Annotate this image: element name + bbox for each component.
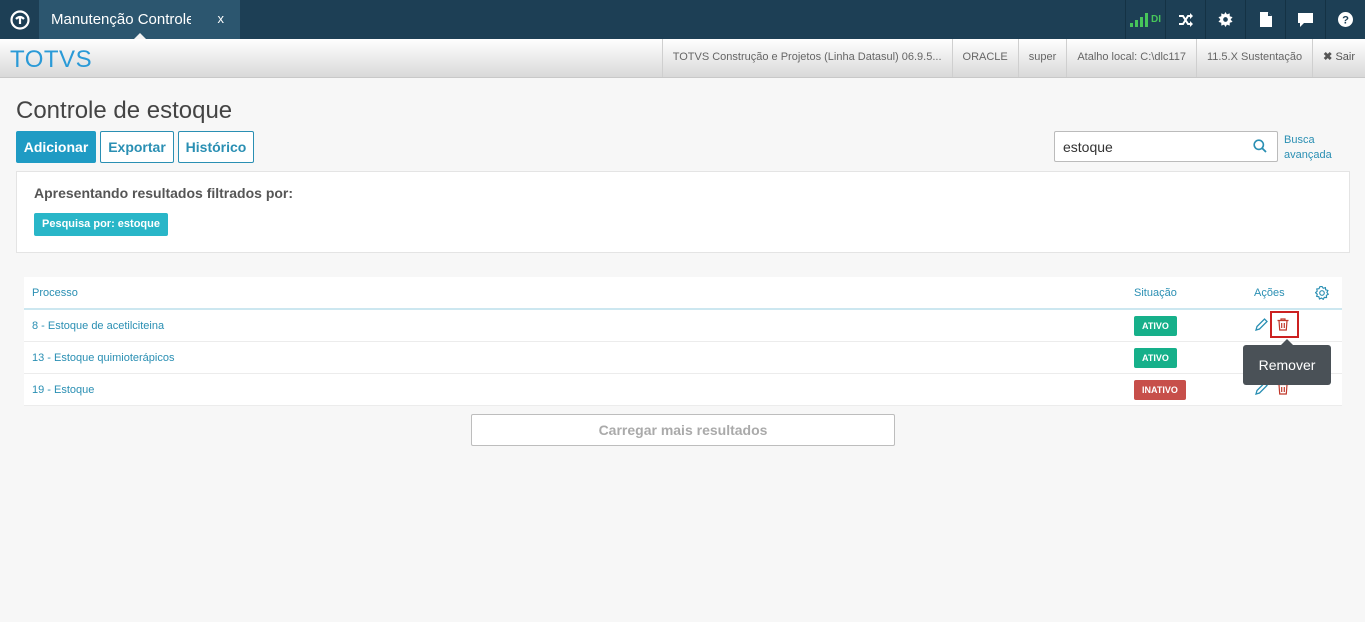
- status-badge: INATIVO: [1134, 380, 1186, 400]
- product-name: TOTVS Construção e Projetos (Linha Datas…: [661, 39, 952, 77]
- top-bar: Manutenção Controle de Estoque x DI ?: [0, 0, 1365, 40]
- history-button[interactable]: Histórico: [178, 131, 254, 163]
- signal-label: DI: [1151, 14, 1161, 25]
- advanced-search-line2: avançada: [1284, 149, 1332, 161]
- database-name: ORACLE: [951, 39, 1018, 77]
- remove-tooltip: Remover: [1243, 345, 1331, 385]
- logout-button[interactable]: ✖ Sair: [1312, 39, 1365, 77]
- chat-icon[interactable]: [1285, 0, 1325, 39]
- connection-status[interactable]: DI: [1125, 0, 1165, 39]
- help-icon[interactable]: ?: [1325, 0, 1365, 39]
- process-link[interactable]: 8 - Estoque de acetilciteina: [32, 320, 164, 332]
- status-badge: ATIVO: [1134, 348, 1177, 368]
- document-icon[interactable]: [1245, 0, 1285, 39]
- shuffle-icon[interactable]: [1165, 0, 1205, 39]
- pencil-icon[interactable]: [1255, 318, 1268, 336]
- status-badge: ATIVO: [1134, 316, 1177, 336]
- column-settings-icon[interactable]: [1314, 285, 1330, 305]
- logout-label: Sair: [1335, 51, 1355, 63]
- close-icon: ✖: [1323, 51, 1333, 63]
- results-table: Processo Situação Ações 8 - Estoque de a…: [24, 277, 1342, 406]
- shortcut-path: Atalho local: C:\dlc117: [1066, 39, 1196, 77]
- add-button[interactable]: Adicionar: [16, 131, 96, 163]
- app-header: TOTVS TOTVS Construção e Projetos (Linha…: [0, 39, 1365, 78]
- filter-tag[interactable]: Pesquisa por: estoque: [34, 213, 168, 236]
- process-link[interactable]: 13 - Estoque quimioterápicos: [32, 352, 174, 364]
- filter-panel: Apresentando resultados filtrados por: P…: [16, 171, 1350, 253]
- load-more-button[interactable]: Carregar mais resultados: [471, 414, 895, 446]
- export-button[interactable]: Exportar: [100, 131, 174, 163]
- column-header-status[interactable]: Situação: [1134, 287, 1177, 299]
- search-box: [1054, 131, 1278, 162]
- trash-icon[interactable]: [1277, 318, 1289, 336]
- advanced-search-link[interactable]: Busca avançada: [1284, 133, 1332, 163]
- column-header-process[interactable]: Processo: [32, 287, 78, 299]
- search-icon[interactable]: [1253, 139, 1267, 158]
- signal-icon: [1130, 12, 1148, 27]
- tab-close-button[interactable]: x: [218, 11, 225, 26]
- brand-logo: TOTVS: [10, 46, 93, 73]
- table-row: 8 - Estoque de acetilciteina ATIVO: [24, 310, 1342, 342]
- column-header-actions: Ações: [1254, 287, 1285, 299]
- version-label: 11.5.X Sustentação: [1195, 39, 1312, 77]
- filter-title: Apresentando resultados filtrados por:: [34, 185, 294, 201]
- page-title: Controle de estoque: [16, 97, 233, 124]
- table-row: 19 - Estoque INATIVO: [24, 374, 1342, 406]
- gear-icon[interactable]: [1205, 0, 1245, 39]
- table-row: 13 - Estoque quimioterápicos ATIVO: [24, 342, 1342, 374]
- svg-text:?: ?: [1342, 15, 1349, 27]
- table-header: Processo Situação Ações: [24, 277, 1342, 310]
- session-info: TOTVS Construção e Projetos (Linha Datas…: [661, 39, 1365, 77]
- process-link[interactable]: 19 - Estoque: [32, 384, 94, 396]
- advanced-search-line1: Busca: [1284, 134, 1315, 146]
- tab-title: Manutenção Controle de Estoque: [51, 11, 191, 28]
- user-name: super: [1017, 39, 1067, 77]
- totvs-logo-icon[interactable]: [0, 0, 39, 39]
- tab-manutencao-controle[interactable]: Manutenção Controle de Estoque x: [39, 0, 240, 40]
- search-input[interactable]: [1063, 139, 1243, 155]
- top-icon-bar: DI ?: [1125, 0, 1365, 39]
